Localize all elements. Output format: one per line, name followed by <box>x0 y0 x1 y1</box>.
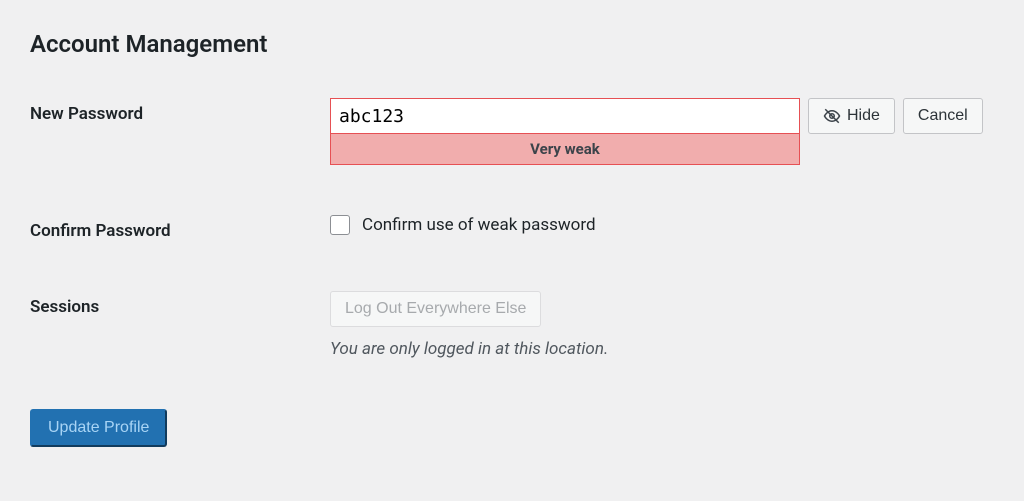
sessions-description: You are only logged in at this location. <box>330 339 994 359</box>
password-strength-indicator: Very weak <box>330 134 800 165</box>
update-profile-button[interactable]: Update Profile <box>30 409 167 447</box>
sessions-label: Sessions <box>30 291 330 317</box>
section-title: Account Management <box>30 30 994 58</box>
confirm-weak-password-checkbox[interactable] <box>330 215 350 235</box>
logout-everywhere-button[interactable]: Log Out Everywhere Else <box>330 291 541 327</box>
eye-slash-icon <box>823 107 841 125</box>
new-password-row: New Password Very weak Hide Cancel <box>30 98 994 165</box>
hide-button-label: Hide <box>847 107 880 125</box>
cancel-password-button[interactable]: Cancel <box>903 98 983 134</box>
confirm-password-row: Confirm Password Confirm use of weak pas… <box>30 215 994 241</box>
new-password-label: New Password <box>30 98 330 124</box>
confirm-password-label: Confirm Password <box>30 215 330 241</box>
hide-password-button[interactable]: Hide <box>808 98 895 134</box>
sessions-row: Sessions Log Out Everywhere Else You are… <box>30 291 994 359</box>
confirm-weak-password-label: Confirm use of weak password <box>362 215 596 235</box>
new-password-input[interactable] <box>330 98 800 134</box>
